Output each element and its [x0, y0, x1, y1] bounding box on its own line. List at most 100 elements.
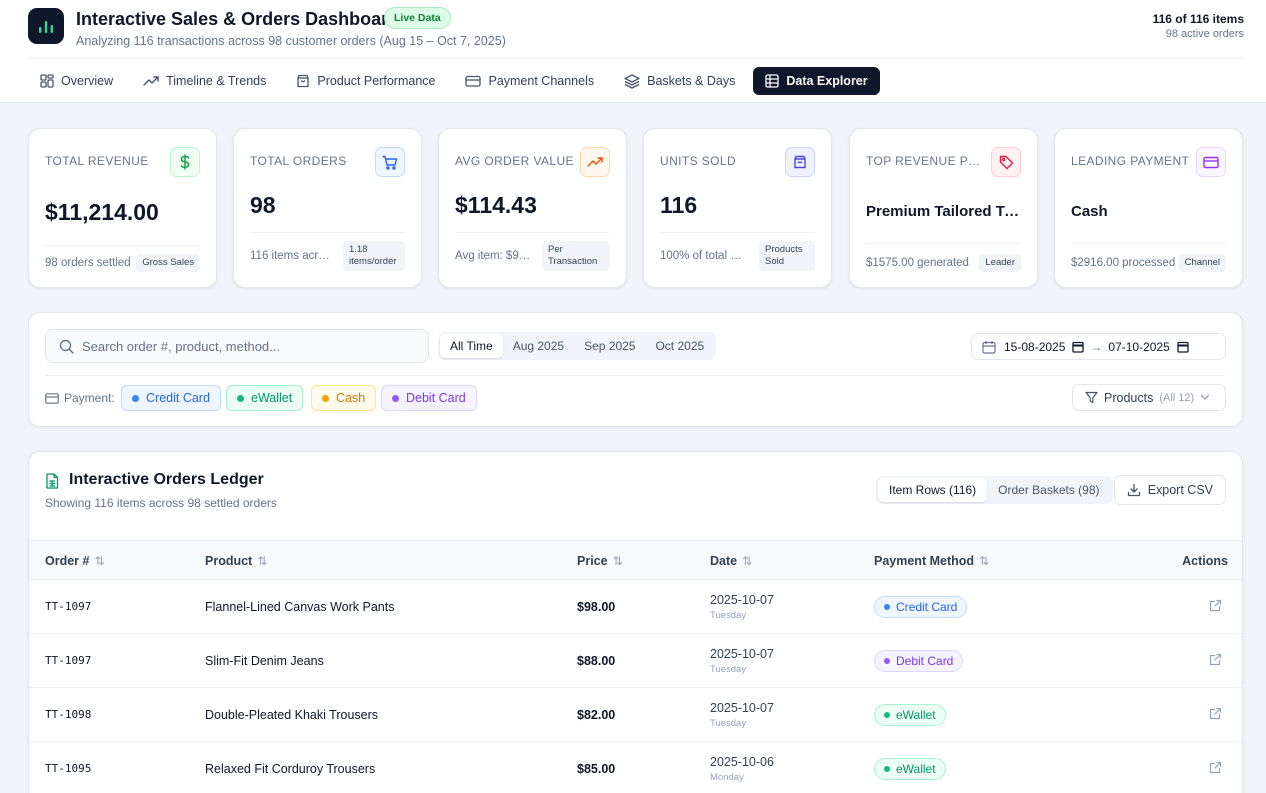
- kpi-card-total-orders: Total Orders 98 116 items across 98 orde…: [233, 128, 422, 288]
- chevron-down-icon: [1201, 394, 1210, 400]
- product-name: Relaxed Fit Corduroy Trousers: [205, 762, 376, 776]
- tab-timeline[interactable]: Timeline & Trends: [131, 67, 278, 95]
- view-item-rows-button[interactable]: Item Rows (116): [878, 478, 988, 502]
- payment-chip-debit-card[interactable]: Debit Card: [381, 385, 477, 411]
- products-label: Products: [1104, 390, 1154, 405]
- period-sep-2025[interactable]: Sep 2025: [574, 334, 645, 358]
- open-external-icon[interactable]: [1209, 653, 1222, 666]
- view-order-baskets-button[interactable]: Order Baskets (98): [987, 478, 1110, 502]
- order-number: TT-1097: [45, 654, 92, 667]
- column-header-price[interactable]: Price ⇅: [577, 554, 623, 568]
- kpi-note: 116 items across 98 orders: [250, 250, 336, 262]
- item-count: 116 of 116 items: [1152, 12, 1244, 26]
- nav-tabs: Overview Timeline & Trends Product Perfo…: [28, 67, 880, 96]
- table-row[interactable]: TT-1097 Slim-Fit Denim Jeans $88.00 2025…: [29, 634, 1242, 688]
- kpi-value: 116: [660, 192, 698, 218]
- kpi-chip: Channel: [1178, 254, 1226, 272]
- export-csv-button[interactable]: Export CSV: [1113, 475, 1226, 505]
- filter-panel: All Time Aug 2025 Sep 2025 Oct 2025 15-0…: [28, 312, 1243, 427]
- kpi-chip: 1.18 items/order: [343, 241, 405, 271]
- kpi-value: 98: [250, 192, 276, 218]
- open-external-icon[interactable]: [1209, 761, 1222, 774]
- spreadsheet-icon: [46, 473, 59, 489]
- period-aug-2025[interactable]: Aug 2025: [503, 334, 574, 358]
- period-oct-2025[interactable]: Oct 2025: [645, 334, 714, 358]
- tab-data-explorer[interactable]: Data Explorer: [753, 67, 880, 95]
- kpi-card-total-revenue: Total Revenue $11,214.00 98 orders settl…: [28, 128, 217, 288]
- status-dot: [322, 394, 329, 402]
- price: $88.00: [577, 654, 616, 668]
- price: $82.00: [577, 708, 616, 722]
- order-date: 2025-10-07: [710, 647, 774, 661]
- column-header-product[interactable]: Product ⇅: [205, 554, 267, 568]
- date-to-field[interactable]: 07-10-2025: [1108, 339, 1189, 354]
- sort-icon: ⇅: [742, 554, 753, 568]
- divider: [660, 232, 815, 233]
- tab-label: Payment Channels: [488, 74, 595, 88]
- logo: [28, 8, 64, 44]
- payment-chip-ewallet[interactable]: eWallet: [226, 385, 304, 411]
- kpi-note: 100% of total catalog: [660, 250, 744, 262]
- period-all-time[interactable]: All Time: [440, 334, 503, 358]
- tab-overview[interactable]: Overview: [28, 67, 125, 95]
- tag-icon: [991, 147, 1021, 177]
- column-header-payment[interactable]: Payment Method ⇅: [874, 554, 989, 568]
- table-row[interactable]: TT-1095 Relaxed Fit Corduroy Trousers $8…: [29, 742, 1242, 793]
- search-input[interactable]: [82, 330, 422, 362]
- calendar-picker-icon: [1072, 341, 1085, 353]
- tab-label: Data Explorer: [786, 74, 868, 88]
- divider: [45, 375, 1226, 376]
- date-from-field[interactable]: 15-08-2025: [1004, 339, 1085, 354]
- payment-chip-cash[interactable]: Cash: [311, 385, 377, 411]
- order-weekday: Monday: [710, 772, 744, 783]
- column-header-order[interactable]: Order # ⇅: [45, 554, 105, 568]
- open-external-icon[interactable]: [1209, 707, 1222, 720]
- product-name: Flannel-Lined Canvas Work Pants: [205, 600, 395, 614]
- order-number: TT-1097: [45, 600, 92, 613]
- order-number: TT-1095: [45, 762, 92, 775]
- filter-icon: [1085, 391, 1098, 404]
- kpi-chip: Leader: [979, 254, 1021, 272]
- table-row[interactable]: TT-1098 Double-Pleated Khaki Trousers $8…: [29, 688, 1242, 742]
- app-header: Interactive Sales & Orders Dashboard Liv…: [0, 0, 1266, 103]
- bag-icon: [297, 74, 310, 88]
- table-row[interactable]: TT-1097 Flannel-Lined Canvas Work Pants …: [29, 580, 1242, 634]
- active-orders-count: 98 active orders: [1165, 28, 1244, 40]
- sort-icon: ⇅: [257, 554, 268, 568]
- grid-icon: [40, 74, 54, 88]
- status-dot: [392, 394, 399, 402]
- live-data-badge: Live Data: [384, 7, 451, 29]
- tab-payment-channels[interactable]: Payment Channels: [453, 67, 606, 95]
- kpi-card-top-revenue-product: Top Revenue Product Premium Tailored Tro…: [849, 128, 1038, 288]
- column-header-date[interactable]: Date ⇅: [710, 554, 752, 568]
- orders-ledger: Interactive Orders Ledger Showing 116 it…: [28, 451, 1243, 793]
- sort-icon: ⇅: [94, 554, 105, 568]
- kpi-label: Total Revenue: [45, 154, 149, 168]
- ledger-subtitle: Showing 116 items across 98 settled orde…: [45, 496, 277, 510]
- table-icon: [765, 74, 779, 88]
- date-range: 15-08-2025 → 07-10-2025: [971, 333, 1226, 360]
- trend-up-icon: [580, 147, 610, 177]
- kpi-label: Top Revenue Product: [866, 154, 986, 168]
- kpi-chip: Gross Sales: [136, 254, 200, 272]
- products-count: (All 12): [1159, 391, 1195, 404]
- kpi-note: 98 orders settled: [45, 257, 131, 269]
- date-from-value: 15-08-2025: [1004, 339, 1066, 354]
- kpi-note: $1575.00 generated: [866, 257, 969, 269]
- date-to-value: 07-10-2025: [1108, 339, 1170, 354]
- search-icon: [59, 339, 74, 354]
- kpi-label: Leading Payment: [1071, 154, 1190, 168]
- search-box: [45, 329, 429, 363]
- products-dropdown[interactable]: Products (All 12): [1072, 384, 1226, 411]
- kpi-value: Premium Tailored Trousers: [866, 203, 1021, 220]
- price: $98.00: [577, 600, 616, 614]
- product-name: Slim-Fit Denim Jeans: [205, 654, 324, 668]
- divider: [250, 232, 405, 233]
- card-icon: [45, 392, 59, 404]
- payment-chip-credit-card[interactable]: Credit Card: [121, 385, 221, 411]
- open-external-icon[interactable]: [1209, 599, 1222, 612]
- tab-baskets-days[interactable]: Baskets & Days: [612, 67, 747, 95]
- kpi-chip: Per Transaction: [542, 241, 610, 271]
- kpi-card-avg-order-value: Avg Order Value $114.43 Avg item: $96.67…: [438, 128, 627, 288]
- tab-product-performance[interactable]: Product Performance: [284, 67, 447, 95]
